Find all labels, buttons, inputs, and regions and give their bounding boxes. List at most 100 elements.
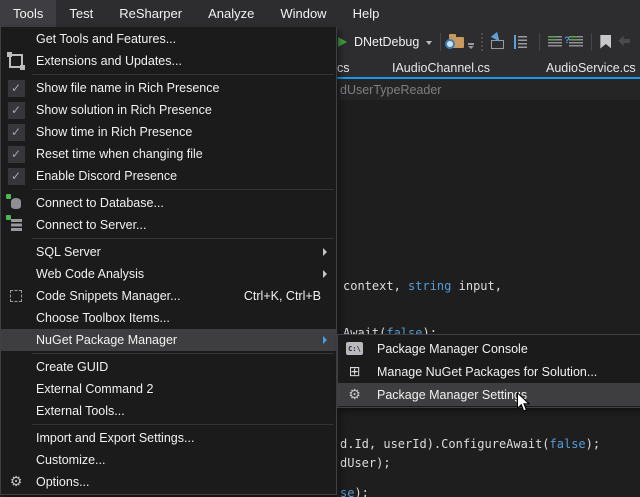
server-connect-icon — [11, 219, 22, 231]
menubar-item-test[interactable]: Test — [56, 0, 106, 27]
menu-item-label: Options... — [31, 475, 336, 489]
menu-item-label: Show time in Rich Presence — [31, 125, 336, 139]
check-icon — [8, 168, 25, 185]
menu-item-label: Import and Export Settings... — [31, 431, 336, 445]
vs-window: ToolsTestReSharperAnalyzeWindowHelp DNet… — [0, 0, 640, 497]
menu-item-show-file-name-in-rich-presence[interactable]: Show file name in Rich Presence — [1, 77, 336, 99]
tab-iaudiochannel-cs[interactable]: IAudioChannel.cs — [392, 61, 490, 75]
menu-item-label: Enable Discord Presence — [31, 169, 336, 183]
nuget-package-manager-submenu: Package Manager Console Manage NuGet Pack… — [337, 334, 640, 408]
menu-item-reset-time-when-changing-file[interactable]: Reset time when changing file — [1, 143, 336, 165]
menu-item-label: SQL Server — [31, 245, 323, 259]
code-line: dUser); — [340, 456, 391, 470]
menu-separator — [32, 424, 334, 425]
menu-separator — [32, 353, 334, 354]
menubar-item-resharper[interactable]: ReSharper — [106, 0, 195, 27]
menu-item-external-command-2[interactable]: External Command 2 — [1, 378, 336, 400]
code-editor[interactable]: context, string input,Await(false);d.Id,… — [337, 100, 640, 497]
menu-item-label: Customize... — [31, 453, 336, 467]
menu-item-icon-slot — [1, 449, 31, 471]
menu-item-label: Web Code Analysis — [31, 267, 323, 281]
toolbar-overflow-icon[interactable] — [468, 43, 474, 49]
copy-lines-icon[interactable] — [514, 35, 531, 49]
tab-cs[interactable]: cs — [337, 61, 350, 75]
menu-item-label: External Tools... — [31, 404, 336, 418]
menubar-item-analyze[interactable]: Analyze — [195, 0, 267, 27]
menu-item-create-guid[interactable]: Create GUID — [1, 356, 336, 378]
menu-item-label: Choose Toolbox Items... — [31, 311, 336, 325]
format-lines-icon[interactable] — [548, 36, 562, 48]
menu-item-shortcut: Ctrl+K, Ctrl+B — [244, 289, 336, 303]
menu-item-get-tools-and-features[interactable]: Get Tools and Features... — [1, 28, 336, 50]
menu-item-icon-slot — [1, 356, 31, 378]
menu-item-label: Create GUID — [31, 360, 336, 374]
toolbar-grip[interactable] — [481, 33, 483, 51]
menu-item-label: NuGet Package Manager — [31, 333, 323, 347]
menu-item-icon-slot — [1, 378, 31, 400]
console-icon — [346, 342, 363, 355]
menu-item-code-snippets-manager[interactable]: Code Snippets Manager...Ctrl+K, Ctrl+B — [1, 285, 336, 307]
menu-item-label: Reset time when changing file — [31, 147, 336, 161]
menu-item-sql-server[interactable]: SQL Server — [1, 241, 336, 263]
breadcrumb-text: dUserTypeReader — [337, 83, 441, 97]
menu-item-show-time-in-rich-presence[interactable]: Show time in Rich Presence — [1, 121, 336, 143]
menu-item-customize[interactable]: Customize... — [1, 449, 336, 471]
menu-item-label: Show solution in Rich Presence — [31, 103, 336, 117]
menu-item-icon-slot — [1, 263, 31, 285]
menu-item-icon-slot — [1, 307, 31, 329]
menu-item-icon-slot — [1, 427, 31, 449]
toolbar-separator — [440, 33, 441, 51]
bookmark-icon[interactable] — [600, 35, 611, 49]
start-debug-icon[interactable] — [338, 37, 347, 47]
extensions-icon — [9, 54, 23, 68]
menu-item-nuget-package-manager[interactable]: NuGet Package Manager — [1, 329, 336, 351]
menu-item-options[interactable]: Options... — [1, 471, 336, 493]
menu-item-import-and-export-settings[interactable]: Import and Export Settings... — [1, 427, 336, 449]
submenu-item-label: Package Manager Console — [371, 342, 640, 356]
menu-item-icon-slot — [1, 28, 31, 50]
menu-bar: ToolsTestReSharperAnalyzeWindowHelp — [0, 0, 640, 27]
submenu-item-package-manager-settings[interactable]: Package Manager Settings — [338, 383, 640, 406]
run-target-dropdown-icon[interactable] — [426, 41, 432, 45]
menu-item-connect-to-database[interactable]: Connect to Database... — [1, 192, 336, 214]
tools-menu: Get Tools and Features... Extensions and … — [0, 27, 337, 495]
menu-item-connect-to-server[interactable]: Connect to Server... — [1, 214, 336, 236]
menu-item-label: Extensions and Updates... — [31, 54, 336, 68]
menu-item-show-solution-in-rich-presence[interactable]: Show solution in Rich Presence — [1, 99, 336, 121]
submenu-arrow-icon — [323, 336, 327, 344]
menu-item-choose-toolbox-items[interactable]: Choose Toolbox Items... — [1, 307, 336, 329]
menu-item-external-tools[interactable]: External Tools... — [1, 400, 336, 422]
menu-item-label: External Command 2 — [31, 382, 336, 396]
editor-breadcrumb[interactable]: dUserTypeReader — [337, 79, 640, 100]
format-lines-help-icon[interactable] — [569, 36, 583, 48]
submenu-item-package-manager-console[interactable]: Package Manager Console — [338, 337, 640, 360]
menu-item-icon-slot — [1, 241, 31, 263]
run-target-label[interactable]: DNetDebug — [354, 35, 419, 49]
submenu-item-manage-nuget-packages-for-solution[interactable]: Manage NuGet Packages for Solution... — [338, 360, 640, 383]
menubar-item-tools[interactable]: Tools — [0, 0, 56, 27]
menu-item-label: Connect to Database... — [31, 196, 336, 210]
gear-icon — [348, 388, 361, 402]
menu-item-icon-slot — [1, 400, 31, 422]
navigate-pointer-icon[interactable] — [490, 35, 507, 49]
tab-audioservice-cs[interactable]: AudioService.cs — [546, 61, 636, 75]
menu-item-web-code-analysis[interactable]: Web Code Analysis — [1, 263, 336, 285]
menu-item-enable-discord-presence[interactable]: Enable Discord Presence — [1, 165, 336, 187]
menu-item-label: Code Snippets Manager... — [31, 289, 244, 303]
mouse-cursor-icon — [516, 392, 531, 413]
find-in-files-icon[interactable] — [449, 37, 464, 48]
active-tab-underline — [336, 77, 640, 79]
menu-item-extensions-and-updates[interactable]: Extensions and Updates... — [1, 50, 336, 72]
submenu-item-label: Package Manager Settings — [371, 388, 640, 402]
check-icon — [8, 80, 25, 97]
toolbar-separator — [591, 33, 592, 51]
menubar-item-help[interactable]: Help — [340, 0, 393, 27]
menubar-item-window[interactable]: Window — [267, 0, 339, 27]
check-icon — [8, 146, 25, 163]
check-icon — [8, 102, 25, 119]
bookmark-prev-icon[interactable] — [618, 36, 630, 48]
menu-separator — [32, 74, 334, 75]
code-line: context, string input, — [343, 279, 502, 293]
nuget-package-icon — [349, 365, 361, 379]
snippets-icon — [10, 290, 22, 302]
